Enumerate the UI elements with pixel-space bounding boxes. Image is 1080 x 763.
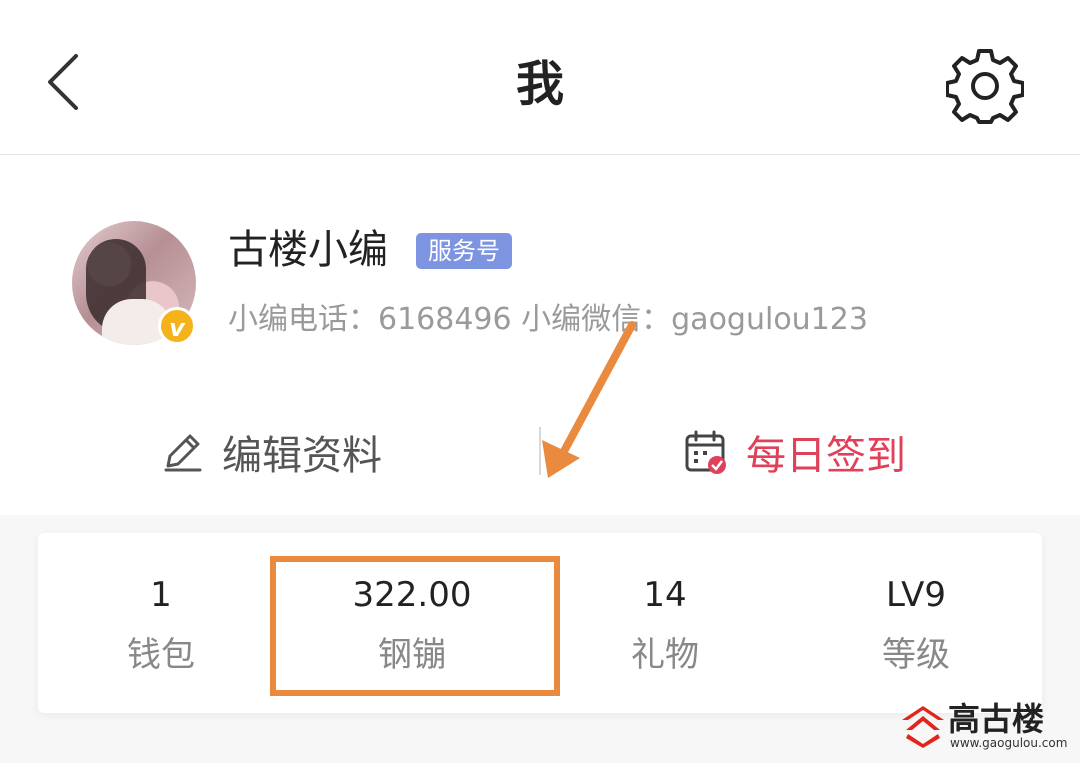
calendar-check-icon [685,430,726,474]
stat-value: LV9 [885,575,947,615]
stat-level[interactable]: LV9 等级 [790,533,1042,713]
edit-profile-button[interactable]: 编辑资料 [160,425,382,479]
stat-wallet[interactable]: 1 钱包 [38,533,284,713]
verified-badge-icon: v [158,307,196,345]
service-account-tag: 服务号 [416,233,512,269]
stat-label: 钱包 [127,635,195,675]
gaogulou-logo-icon [902,706,944,748]
stat-value: 14 [643,575,687,615]
watermark-name: 高古楼 [948,700,1045,738]
username: 古楼小编 [228,227,388,273]
stat-label: 钢镚 [378,635,446,675]
stat-label: 等级 [882,635,950,675]
stat-value: 322.00 [352,575,472,615]
stat-label: 礼物 [631,635,699,675]
stats-card: 1 钱包 322.00 钢镚 14 礼物 LV9 等级 [38,533,1042,713]
edit-profile-label: 编辑资料 [222,433,382,479]
watermark-url: www.gaogulou.com [950,736,1068,750]
daily-checkin-label: 每日签到 [746,433,906,479]
pencil-icon [164,434,202,472]
stat-gifts[interactable]: 14 礼物 [540,533,790,713]
page-title: 我 [515,56,564,112]
gear-icon [945,49,1025,124]
settings-button[interactable] [945,48,1025,126]
contact-info: 小编电话：6168496 小编微信：gaogulou123 [228,302,868,337]
top-nav-bar: 我 [0,0,1080,155]
stat-coins[interactable]: 322.00 钢镚 [284,533,540,713]
site-watermark: 高古楼 www.gaogulou.com [900,700,1075,756]
action-divider [539,427,541,475]
daily-checkin-button[interactable]: 每日签到 [684,425,906,479]
stat-value: 1 [150,575,172,615]
profile-section: v 古楼小编 服务号 小编电话：6168496 小编微信：gaogulou123… [0,155,1080,515]
